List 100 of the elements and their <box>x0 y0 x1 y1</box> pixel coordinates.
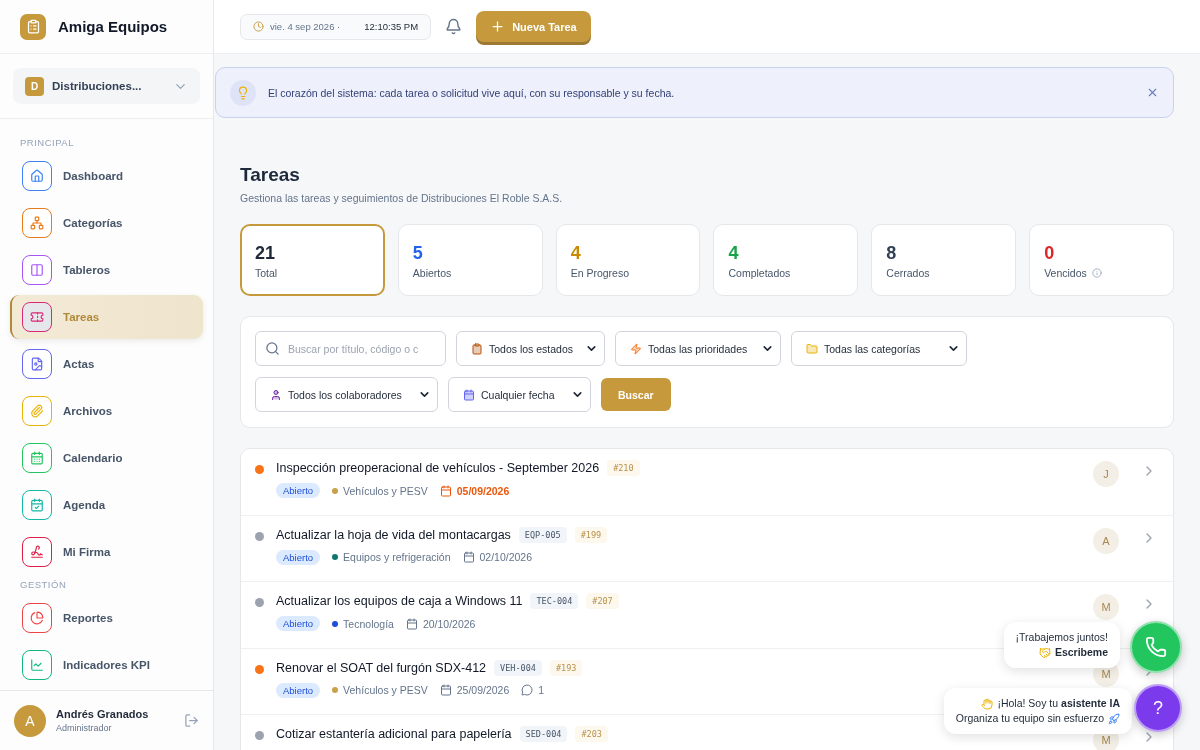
nav-section-title: GESTIÓN <box>19 578 68 592</box>
current-date: vie. 4 sep 2026 · <box>270 21 341 32</box>
task-number: #203 <box>575 726 608 742</box>
task-code: VEH-004 <box>494 659 542 676</box>
stat-label: En Progreso <box>570 267 630 279</box>
hand-icon <box>981 697 994 710</box>
calendar-icon <box>462 551 475 563</box>
logout-icon[interactable] <box>184 713 199 728</box>
clipboard-logo-icon <box>20 13 46 40</box>
task-category: Vehículos y PESV <box>343 484 428 497</box>
stat-label: Total <box>255 267 278 279</box>
bubble-text: ¡Trabajemos juntos! <box>1015 630 1108 645</box>
stat-value: 5 <box>412 243 424 264</box>
assignee-avatar: M <box>1093 594 1119 620</box>
stat-label: Vencidos <box>1044 267 1087 279</box>
assignee-avatar: A <box>1093 527 1119 554</box>
lightbulb-icon <box>230 79 256 106</box>
calendar-icon <box>405 617 418 630</box>
task-code: TEC-004 <box>530 593 579 609</box>
user-name: Andrés Granados <box>56 708 150 720</box>
nav-item[interactable]: Mi Firma <box>10 530 203 574</box>
phone-icon <box>1145 636 1167 658</box>
due-date: 20/10/2026 <box>422 617 476 630</box>
assistant-tooltip[interactable]: ¡Hola! Soy tu asistente IA Organiza tu equipo sin esfuerzo <box>943 688 1132 735</box>
bubble-text: ¡Hola! Soy tu asistente IA <box>997 696 1120 711</box>
nav-item[interactable]: Agenda <box>10 483 203 527</box>
stat-label: Abiertos <box>412 267 452 279</box>
task-number: #193 <box>549 659 583 676</box>
task-title: Inspección preoperacional de vehículos - September 2026 <box>276 461 600 475</box>
comment-count: 1 <box>538 684 545 696</box>
current-time: 12:10:35 PM <box>364 21 419 32</box>
filter-dropdown[interactable]: Todos los colaboradores <box>255 377 438 412</box>
calendar-icon <box>439 684 452 696</box>
whatsapp-tooltip[interactable]: ¡Trabajemos juntos! Escribeme <box>1003 622 1120 669</box>
rocket-icon <box>1108 712 1120 725</box>
task-category: Equipos y refrigeración <box>343 551 451 563</box>
calendar-icon <box>439 484 452 497</box>
page-subtitle: Gestiona las tareas y seguimientos de Distribuciones El Roble S.A.S. <box>240 192 564 204</box>
nav-item[interactable]: Dashboard <box>10 154 203 198</box>
nav-item[interactable]: Actas <box>10 342 203 386</box>
task-code: SED-004 <box>519 726 568 742</box>
task-title: Actualizar los equipos de caja a Windows 11 <box>276 594 523 608</box>
stat-label: Cerrados <box>886 267 930 279</box>
status-badge: Abierto <box>276 616 321 631</box>
stat-card[interactable]: 4 Completados <box>713 224 859 296</box>
task-title: Cotizar estantería adicional para papelería <box>276 727 512 741</box>
banner-text: El corazón del sistema: cada tarea o solicitud vive aquí, con su responsable y su fecha. <box>268 86 676 99</box>
stat-card[interactable]: 0 Vencidos <box>1029 224 1174 296</box>
close-icon[interactable] <box>1146 86 1159 99</box>
assignee-avatar: J <box>1093 461 1119 487</box>
task-code: EQP-005 <box>518 526 567 543</box>
nav-item[interactable]: Categorías <box>10 201 203 245</box>
task-category: Vehículos y PESV <box>343 684 428 696</box>
plus-icon <box>490 19 506 34</box>
status-badge: Abierto <box>276 483 321 498</box>
stat-label: Completados <box>728 267 791 279</box>
stat-value: 4 <box>570 243 582 264</box>
page-title: Tareas <box>240 164 301 186</box>
organization-initial: D <box>25 76 44 96</box>
filter-dropdown[interactable]: Todas las categorías <box>791 331 967 366</box>
task-title: Actualizar la hoja de vida del montacargas <box>276 527 511 542</box>
nav-item[interactable]: Reportes <box>10 596 203 640</box>
nav-item[interactable]: Tableros <box>10 248 203 292</box>
task-number: #210 <box>607 460 640 476</box>
filter-dropdown[interactable]: Todos los estados <box>456 331 605 366</box>
stat-card[interactable]: 8 Cerrados <box>871 224 1017 296</box>
user-role: Administrador <box>56 723 113 733</box>
stat-card[interactable]: 21 Total <box>240 224 385 296</box>
stat-value: 8 <box>886 243 898 264</box>
stat-card[interactable]: 5 Abiertos <box>397 224 543 296</box>
search-icon <box>265 341 280 356</box>
status-badge: Abierto <box>276 682 321 698</box>
filter-dropdown[interactable]: Cualquier fecha <box>448 377 591 412</box>
stat-value: 0 <box>1044 243 1056 264</box>
stat-value: 4 <box>728 243 740 264</box>
stat-card[interactable]: 4 En Progreso <box>555 224 701 296</box>
due-date: 05/09/2026 <box>456 484 510 497</box>
clock-icon <box>253 21 264 32</box>
task-number: #199 <box>574 526 608 543</box>
comment-icon <box>521 684 534 696</box>
nav-item[interactable]: Calendario <box>10 436 203 480</box>
task-title: Renovar el SOAT del furgón SDX-412 <box>276 660 487 675</box>
user-avatar: A <box>14 704 46 737</box>
filter-dropdown[interactable]: Todas las prioridades <box>615 331 781 366</box>
due-date: 25/09/2026 <box>456 684 510 696</box>
task-row[interactable]: Actualizar la hoja de vida del montacargas EQP-005 #199 Abierto Equipos y refrigeración 02/10/2026 A <box>241 515 1173 582</box>
status-badge: Abierto <box>276 549 321 565</box>
search-field[interactable]: Buscar por título, código o c <box>255 331 446 366</box>
info-icon <box>1091 268 1102 278</box>
organization-selector[interactable]: D Distribuciones... <box>13 68 200 104</box>
handshake-icon <box>1038 646 1051 659</box>
nav-item[interactable]: Archivos <box>10 389 203 433</box>
due-date: 02/10/2026 <box>479 551 533 563</box>
stat-value: 21 <box>255 243 277 264</box>
brand-name: Amiga Equipos <box>58 18 168 35</box>
notifications-icon[interactable] <box>445 18 463 35</box>
task-category: Tecnología <box>343 617 394 630</box>
nav-item[interactable]: Indicadores KPI <box>10 643 203 687</box>
task-row[interactable]: Inspección preoperacional de vehículos - September 2026 #210 Abierto Vehículos y PESV 05/09/2026 J <box>241 449 1173 516</box>
task-number: #207 <box>586 593 619 609</box>
